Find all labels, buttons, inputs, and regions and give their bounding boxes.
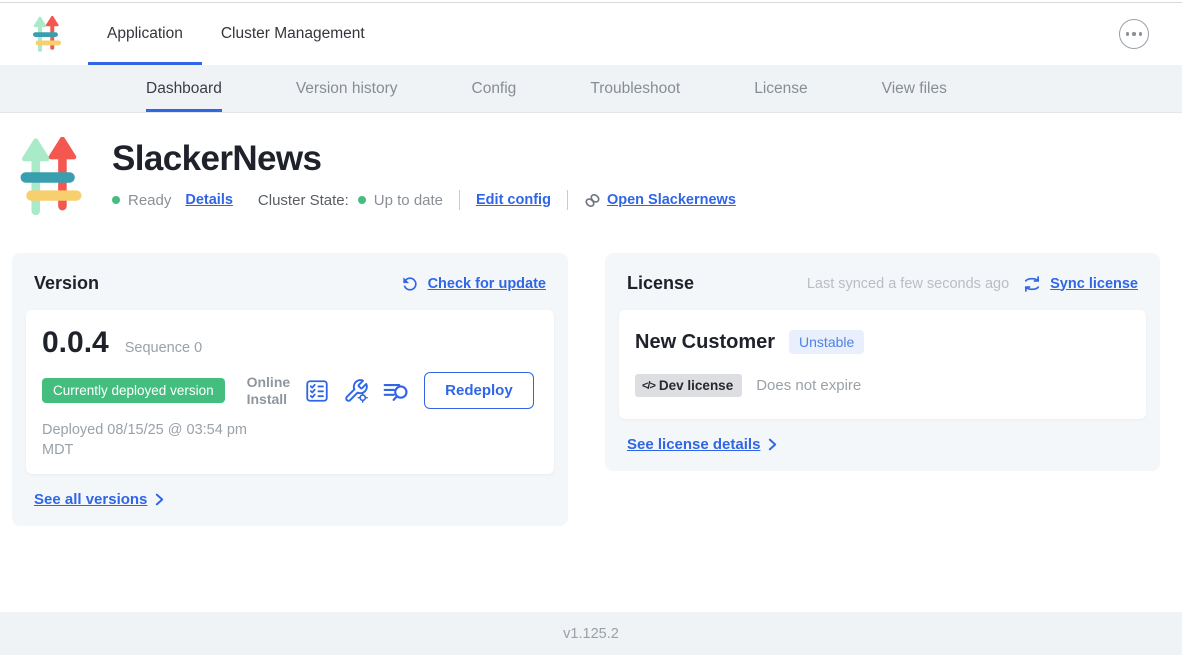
cluster-state-dot (358, 196, 366, 204)
app-status-row: Ready Details Cluster State: Up to date … (112, 190, 736, 210)
deployed-badge: Currently deployed version (42, 378, 225, 403)
tab-cluster-management[interactable]: Cluster Management (202, 3, 384, 65)
chevron-right-icon (768, 438, 777, 451)
app-logo-small[interactable] (33, 16, 61, 53)
refresh-icon (400, 274, 420, 294)
version-card-title: Version (34, 273, 99, 294)
wrench-gear-icon (343, 378, 369, 404)
admin-console-version: v1.125.2 (563, 626, 619, 642)
version-card: Version Check for update 0.0.4 Sequence … (12, 253, 568, 526)
license-card: License Last synced a few seconds ago Sy… (605, 253, 1160, 471)
edit-config-button[interactable] (343, 378, 369, 404)
sequence-label: Sequence 0 (125, 340, 202, 356)
subnav-item-version-history[interactable]: Version history (296, 65, 398, 112)
see-license-details-link[interactable]: See license details (627, 436, 760, 453)
edit-config-link[interactable]: Edit config (476, 192, 551, 208)
slackernews-logo-large (20, 137, 82, 217)
tab-cluster-management-label: Cluster Management (221, 25, 365, 43)
see-all-versions-link[interactable]: See all versions (34, 491, 147, 508)
subnav-item-license[interactable]: License (754, 65, 807, 112)
tab-application[interactable]: Application (88, 3, 202, 65)
subnav-item-troubleshoot[interactable]: Troubleshoot (590, 65, 680, 112)
dashboard-main: SlackerNews Ready Details Cluster State:… (0, 113, 1182, 612)
topbar-spacer (384, 3, 1119, 65)
view-logs-button[interactable] (382, 378, 410, 404)
cluster-state-label: Cluster State: (258, 192, 349, 209)
ellipsis-icon (1126, 32, 1129, 36)
deployed-timestamp: Deployed 08/15/25 @ 03:54 pm MDT (42, 421, 267, 460)
open-app-link[interactable]: Open Slackernews (607, 192, 736, 208)
app-footer: v1.125.2 (0, 612, 1182, 655)
divider (567, 190, 568, 210)
last-synced-text: Last synced a few seconds ago (807, 276, 1009, 292)
redeploy-button[interactable]: Redeploy (424, 372, 534, 409)
cluster-state-value: Up to date (374, 192, 443, 209)
top-header-bar: Application Cluster Management (0, 3, 1182, 65)
expiration-text: Does not expire (756, 377, 861, 394)
app-status-text: Ready (128, 192, 171, 209)
current-version-panel: 0.0.4 Sequence 0 Currently deployed vers… (26, 310, 554, 474)
code-icon: </> (642, 380, 655, 392)
subnav-item-config[interactable]: Config (472, 65, 517, 112)
details-link[interactable]: Details (185, 192, 233, 208)
tab-application-label: Application (107, 25, 183, 43)
check-for-update-link[interactable]: Check for update (428, 276, 546, 292)
version-number: 0.0.4 (42, 326, 109, 360)
slackernews-logo-icon (33, 16, 61, 53)
preflight-checks-button[interactable] (304, 378, 330, 404)
logs-magnifier-icon (382, 378, 410, 404)
channel-badge: Unstable (789, 330, 864, 354)
app-header-block: SlackerNews Ready Details Cluster State:… (20, 137, 1182, 217)
license-card-title: License (627, 273, 694, 294)
chevron-right-icon (155, 493, 164, 506)
app-subnav: Dashboard Version history Config Trouble… (0, 65, 1182, 113)
sync-license-link[interactable]: Sync license (1050, 276, 1138, 292)
customer-name: New Customer (635, 331, 775, 354)
install-type-label: Online Install (247, 374, 291, 406)
subnav-item-view-files[interactable]: View files (882, 65, 947, 112)
license-type-badge: </> Dev license (635, 374, 742, 397)
chain-link-icon (584, 192, 601, 209)
more-menu-button[interactable] (1119, 19, 1149, 49)
license-detail-panel: New Customer Unstable </> Dev license Do… (619, 310, 1146, 419)
page-title: SlackerNews (112, 139, 736, 179)
subnav-item-dashboard[interactable]: Dashboard (146, 65, 222, 112)
divider (459, 190, 460, 210)
app-status-dot (112, 196, 120, 204)
sync-icon (1022, 274, 1042, 294)
checklist-icon (304, 378, 330, 404)
